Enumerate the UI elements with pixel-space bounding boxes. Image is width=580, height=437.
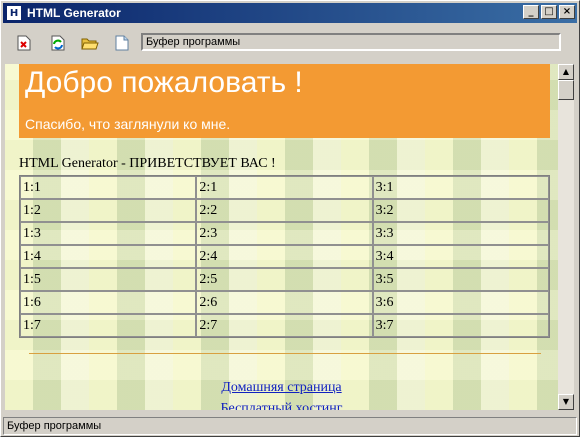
table-cell: 2:7 (196, 314, 373, 337)
welcome-banner: Добро пожаловать ! Спасибо, что заглянул… (19, 64, 550, 138)
minimize-button[interactable]: _ (523, 5, 539, 19)
cell-table: 1:1 2:1 3:1 1:2 2:2 3:2 1:3 2:3 3:3 1:4 2:4 3:4 1:5 2… (19, 175, 550, 338)
table-cell: 3:7 (372, 314, 549, 337)
new-button[interactable] (15, 34, 33, 52)
open-button[interactable] (81, 34, 99, 52)
banner-subtitle: Спасибо, что заглянули ко мне. (25, 116, 231, 132)
table-cell: 1:1 (20, 176, 197, 199)
table-row: 1:2 2:2 3:2 (20, 199, 549, 222)
document-icon (115, 35, 129, 51)
toolbar: Буфер программы (3, 25, 577, 61)
refresh-icon (51, 35, 65, 51)
table-cell: 3:4 (372, 245, 549, 268)
horizontal-rule (29, 353, 541, 354)
vertical-scrollbar[interactable]: ▲ ▼ (558, 64, 574, 410)
free-hosting-link[interactable]: Бесплатный хостинг (5, 401, 558, 410)
buffer-field[interactable]: Буфер программы (141, 33, 561, 51)
table-cell: 1:7 (20, 314, 197, 337)
table-row: 1:4 2:4 3:4 (20, 245, 549, 268)
html-preview: Добро пожаловать ! Спасибо, что заглянул… (5, 64, 558, 410)
new-red-icon (17, 35, 31, 51)
table-cell: 3:2 (372, 199, 549, 222)
table-cell: 2:6 (196, 291, 373, 314)
table-cell: 3:3 (372, 222, 549, 245)
table-row: 1:6 2:6 3:6 (20, 291, 549, 314)
app-window: H HTML Generator _ □ × Буфер программы Д… (0, 0, 580, 437)
status-bar: Буфер программы (3, 417, 577, 435)
table-cell: 2:1 (196, 176, 373, 199)
scroll-down-button[interactable]: ▼ (558, 394, 574, 410)
scroll-up-button[interactable]: ▲ (558, 64, 574, 80)
table-cell: 1:2 (20, 199, 197, 222)
window-controls: _ □ × (521, 5, 575, 19)
table-row: 1:5 2:5 3:5 (20, 268, 549, 291)
title-bar[interactable]: H HTML Generator _ □ × (3, 3, 577, 23)
table-cell: 2:3 (196, 222, 373, 245)
table-cell: 1:6 (20, 291, 197, 314)
window-title: HTML Generator (27, 6, 121, 20)
maximize-button[interactable]: □ (541, 5, 557, 19)
table-row: 1:3 2:3 3:3 (20, 222, 549, 245)
document-button[interactable] (113, 34, 131, 52)
table-cell: 1:3 (20, 222, 197, 245)
table-cell: 1:5 (20, 268, 197, 291)
app-icon[interactable]: H (7, 6, 21, 20)
banner-title: Добро пожаловать ! (25, 66, 303, 99)
table-cell: 2:2 (196, 199, 373, 222)
refresh-button[interactable] (49, 34, 67, 52)
table-cell: 3:6 (372, 291, 549, 314)
open-folder-icon (81, 38, 99, 50)
greeting-text: HTML Generator - ПРИВЕТСТВУЕТ ВАС ! (19, 156, 276, 171)
table-row: 1:1 2:1 3:1 (20, 176, 549, 199)
close-button[interactable]: × (559, 5, 575, 19)
home-page-link[interactable]: Домашняя страница (5, 380, 558, 396)
table-cell: 2:5 (196, 268, 373, 291)
table-cell: 2:4 (196, 245, 373, 268)
table-row: 1:7 2:7 3:7 (20, 314, 549, 337)
table-cell: 3:1 (372, 176, 549, 199)
table-cell: 1:4 (20, 245, 197, 268)
table-cell: 3:5 (372, 268, 549, 291)
scroll-thumb[interactable] (558, 80, 574, 100)
